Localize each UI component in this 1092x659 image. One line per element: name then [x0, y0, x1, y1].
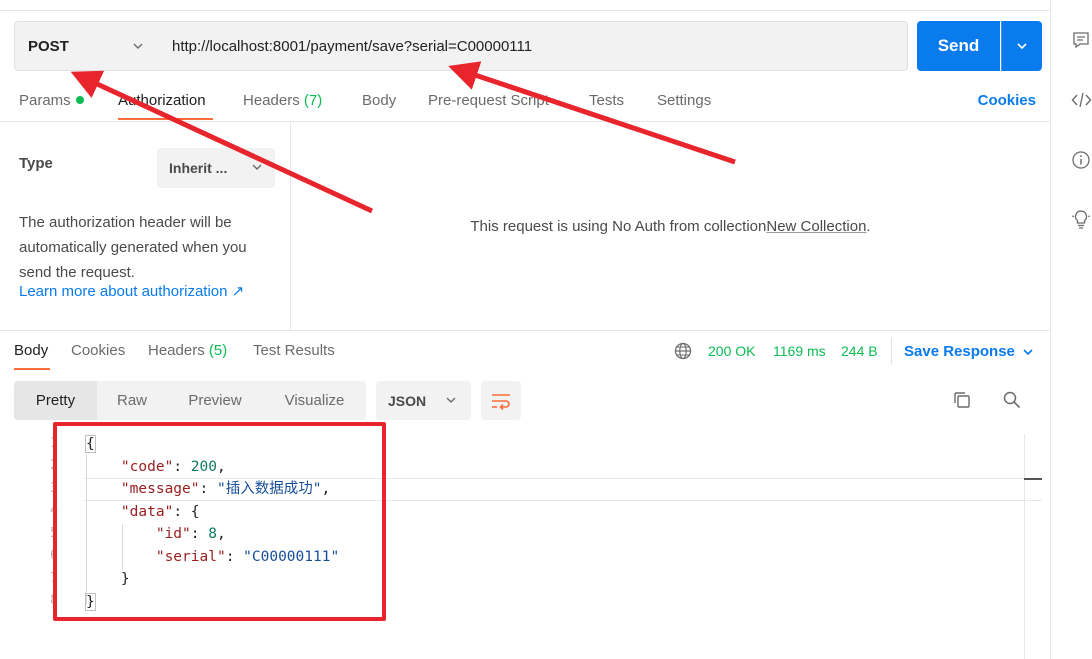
auth-type-panel: Type Inherit ... The authorization heade…: [0, 122, 291, 330]
top-divider: [0, 10, 1050, 11]
view-preview[interactable]: Preview: [167, 381, 263, 420]
view-pretty[interactable]: Pretty: [14, 381, 97, 420]
search-icon[interactable]: [1002, 390, 1022, 410]
url-input[interactable]: http://localhost:8001/payment/save?seria…: [158, 21, 908, 71]
format-value: JSON: [388, 392, 427, 409]
response-size[interactable]: 244 B: [841, 343, 878, 359]
auth-description: The authorization header will be automat…: [19, 214, 247, 281]
params-indicator-dot: [75, 96, 84, 105]
tab-params-label: Params: [19, 92, 71, 109]
learn-more-auth-link[interactable]: Learn more about authorization ↗: [19, 282, 244, 300]
resp-tab-headers-label: Headers: [148, 342, 205, 359]
editor-scrollbar[interactable]: [1024, 434, 1025, 659]
collection-link[interactable]: New Collection: [766, 218, 866, 235]
tab-params[interactable]: Params: [19, 92, 84, 109]
chevron-down-icon: [252, 164, 262, 170]
tab-prerequest[interactable]: Pre-request Script: [428, 92, 549, 109]
auth-type-label: Type: [19, 155, 53, 172]
resp-tab-cookies[interactable]: Cookies: [71, 342, 125, 359]
cookies-link[interactable]: Cookies: [978, 92, 1036, 109]
code-icon[interactable]: [1071, 90, 1092, 110]
auth-message-prefix: This request is using No Auth from colle…: [470, 217, 767, 235]
tab-body[interactable]: Body: [362, 92, 396, 109]
save-response-button[interactable]: Save Response: [904, 343, 1015, 360]
active-resp-tab-underline: [14, 368, 50, 370]
chevron-down-icon: [133, 43, 143, 49]
format-select[interactable]: JSON: [376, 381, 471, 420]
resp-tab-body[interactable]: Body: [14, 342, 48, 359]
globe-icon[interactable]: [674, 342, 692, 360]
comment-icon[interactable]: [1071, 30, 1091, 50]
view-raw[interactable]: Raw: [97, 381, 167, 420]
chevron-down-icon[interactable]: [1022, 346, 1034, 358]
lightbulb-icon[interactable]: [1071, 208, 1091, 230]
tab-settings[interactable]: Settings: [657, 92, 711, 109]
resp-tab-headers[interactable]: Headers (5): [148, 342, 227, 359]
auth-message-suffix: .: [866, 217, 871, 235]
tab-authorization[interactable]: Authorization: [118, 92, 206, 109]
view-visualize[interactable]: Visualize: [263, 381, 366, 420]
response-time[interactable]: 1169 ms: [773, 343, 826, 359]
copy-icon[interactable]: [952, 390, 972, 410]
resp-tab-headers-count: (5): [208, 342, 228, 359]
tab-headers-label: Headers: [243, 92, 300, 109]
pane-divider[interactable]: [0, 330, 1050, 331]
toolbar-separator: [891, 338, 892, 364]
auth-message: This request is using No Auth from colle…: [291, 122, 1050, 330]
status-code[interactable]: 200 OK: [708, 343, 755, 359]
tab-headers-count: (7): [303, 92, 323, 109]
url-text: http://localhost:8001/payment/save?seria…: [172, 37, 533, 55]
tab-headers[interactable]: Headers (7): [243, 92, 322, 109]
auth-type-select[interactable]: Inherit ...: [157, 148, 275, 188]
tab-tests[interactable]: Tests: [589, 92, 624, 109]
chevron-down-icon: [446, 397, 456, 403]
info-icon[interactable]: [1071, 150, 1091, 170]
send-options-button[interactable]: [1001, 21, 1042, 71]
scrollbar-cursor-marker: [1024, 478, 1042, 480]
request-tabs: Params Authorization Headers (7) Body Pr…: [0, 80, 1050, 122]
method-label: POST: [28, 37, 69, 55]
wrap-lines-button[interactable]: [481, 381, 521, 420]
resp-tab-test-results[interactable]: Test Results: [253, 342, 335, 359]
wrap-lines-icon: [492, 393, 510, 410]
annotation-highlight-box: [53, 422, 386, 621]
active-tab-underline: [118, 118, 213, 120]
auth-type-value: Inherit ...: [169, 160, 228, 176]
view-mode-selector: Pretty Raw Preview Visualize: [14, 381, 366, 420]
chevron-down-icon: [1017, 43, 1027, 50]
send-button[interactable]: Send: [917, 21, 1000, 71]
method-select[interactable]: POST: [14, 21, 159, 71]
